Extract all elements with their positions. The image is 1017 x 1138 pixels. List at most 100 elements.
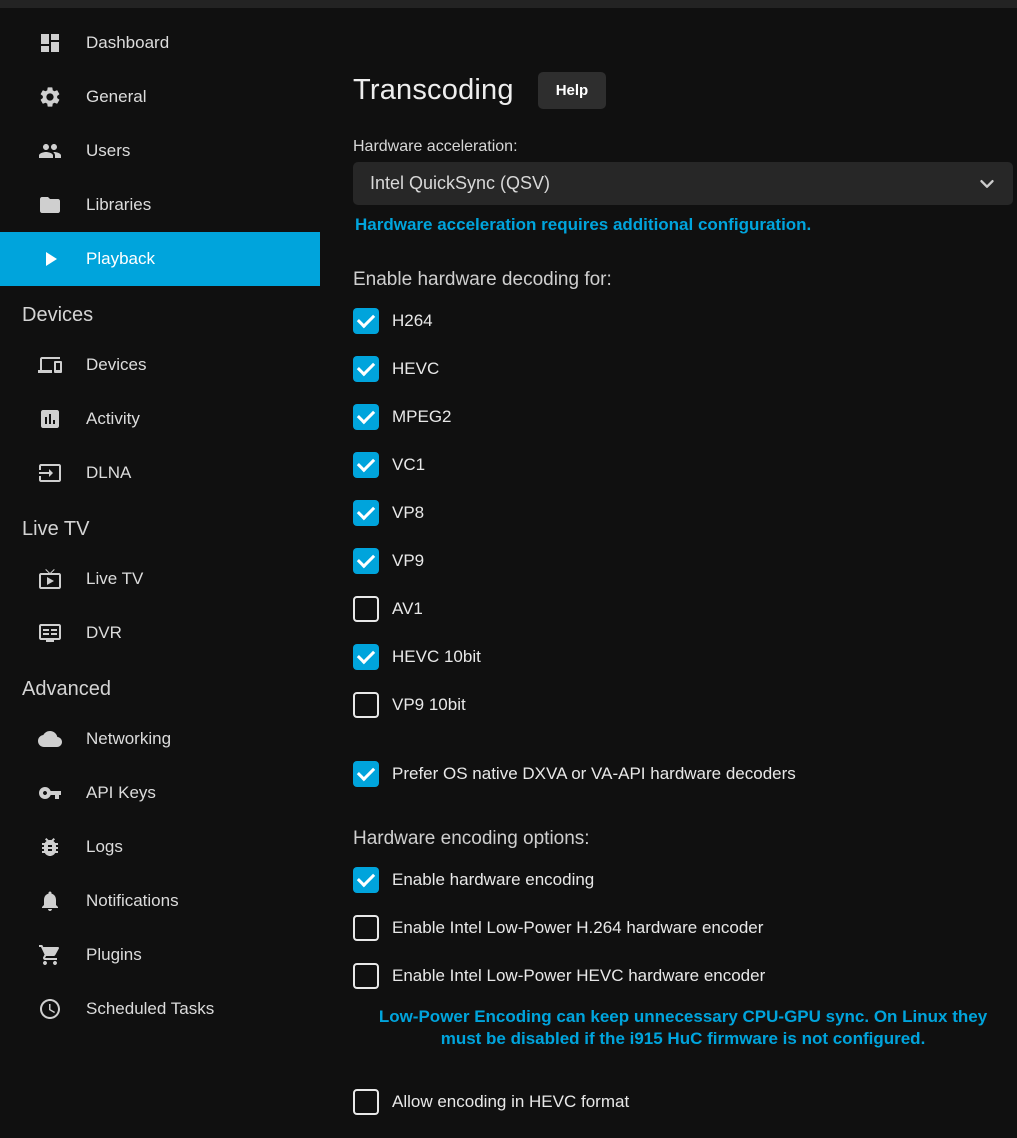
sidebar-item-notifications[interactable]: Notifications: [0, 874, 320, 928]
checkbox-label: Allow encoding in HEVC format: [392, 1092, 629, 1112]
sidebar-item-label: Plugins: [86, 945, 142, 965]
encoding-checkbox-list: Enable hardware encoding Enable Intel Low…: [353, 856, 1013, 1000]
sidebar-item-general[interactable]: General: [0, 70, 320, 124]
checkbox-label: Enable Intel Low-Power HEVC hardware enc…: [392, 966, 765, 986]
live-tv-icon: [38, 567, 62, 591]
checkbox-label: HEVC 10bit: [392, 647, 481, 667]
sidebar-item-logs[interactable]: Logs: [0, 820, 320, 874]
checkbox-label: H264: [392, 311, 433, 331]
hardware-acceleration-select[interactable]: Intel QuickSync (QSV): [353, 162, 1013, 205]
checkbox-row-vp9[interactable]: VP9: [353, 537, 1013, 585]
play-icon: [38, 247, 62, 271]
settings-sidebar: Dashboard General Users Libraries Playback De…: [0, 8, 320, 1138]
sidebar-item-label: Scheduled Tasks: [86, 999, 214, 1019]
sidebar-section-live-tv: Live TV: [0, 506, 320, 552]
sidebar-item-dashboard[interactable]: Dashboard: [0, 16, 320, 70]
sidebar-item-label: Notifications: [86, 891, 179, 911]
checkbox-label: Prefer OS native DXVA or VA-API hardware…: [392, 764, 796, 784]
help-button[interactable]: Help: [538, 72, 607, 109]
sidebar-item-dlna[interactable]: DLNA: [0, 446, 320, 500]
checkbox-label: Enable hardware encoding: [392, 870, 594, 890]
low-power-warning: Low-Power Encoding can keep unnecessary …: [363, 1006, 1003, 1050]
bug-icon: [38, 835, 62, 859]
sidebar-item-label: Devices: [86, 355, 146, 375]
checkbox-checked-icon[interactable]: [353, 404, 379, 430]
checkbox-row-allow-encoding-in-hevc-format[interactable]: Allow encoding in HEVC format: [353, 1078, 1013, 1126]
folder-icon: [38, 193, 62, 217]
decoding-heading: Enable hardware decoding for:: [353, 269, 1013, 291]
checkbox-checked-icon[interactable]: [353, 867, 379, 893]
checkbox-row-enable-intel-low-power-h-264-hardware-encoder[interactable]: Enable Intel Low-Power H.264 hardware en…: [353, 904, 1013, 952]
sidebar-item-live-tv[interactable]: Live TV: [0, 552, 320, 606]
checkbox-unchecked-icon[interactable]: [353, 596, 379, 622]
checkbox-row-vp9-10bit[interactable]: VP9 10bit: [353, 681, 1013, 729]
key-icon: [38, 781, 62, 805]
checkbox-checked-icon[interactable]: [353, 356, 379, 382]
sidebar-item-users[interactable]: Users: [0, 124, 320, 178]
sidebar-item-label: Networking: [86, 729, 171, 749]
checkbox-row-hevc[interactable]: HEVC: [353, 345, 1013, 393]
checkbox-label: Enable Intel Low-Power H.264 hardware en…: [392, 918, 763, 938]
checkbox-row-vc1[interactable]: VC1: [353, 441, 1013, 489]
transcoding-page: Transcoding Help Hardware acceleration: …: [320, 8, 1017, 1138]
decoding-checkbox-list: H264 HEVC MPEG2 VC1VP8 VP9 AV1 HEVC 10bit VP9 1…: [353, 297, 1013, 729]
dvr-icon: [38, 621, 62, 645]
sidebar-item-label: Playback: [86, 249, 155, 269]
sidebar-section-advanced: Advanced: [0, 666, 320, 712]
cloud-icon: [38, 727, 62, 751]
sidebar-item-label: Dashboard: [86, 33, 169, 53]
gear-icon: [38, 85, 62, 109]
sidebar-item-label: Live TV: [86, 569, 143, 589]
hevc-encode-slot: Allow encoding in HEVC format: [353, 1078, 1013, 1126]
checkbox-row-mpeg2[interactable]: MPEG2: [353, 393, 1013, 441]
activity-icon: [38, 407, 62, 431]
bell-icon: [38, 889, 62, 913]
checkbox-label: MPEG2: [392, 407, 452, 427]
users-icon: [38, 139, 62, 163]
checkbox-row-enable-intel-low-power-hevc-hardware-encoder[interactable]: Enable Intel Low-Power HEVC hardware enc…: [353, 952, 1013, 1000]
checkbox-unchecked-icon[interactable]: [353, 692, 379, 718]
checkbox-row-av1[interactable]: AV1: [353, 585, 1013, 633]
top-header-strip: [0, 0, 1017, 8]
checkbox-row-h264[interactable]: H264: [353, 297, 1013, 345]
sidebar-item-devices[interactable]: Devices: [0, 338, 320, 392]
checkbox-row-vp8[interactable]: VP8: [353, 489, 1013, 537]
checkbox-row-prefer-os-native-dxva-or-va-api-hardware-decoders[interactable]: Prefer OS native DXVA or VA-API hardware…: [353, 750, 1013, 798]
sidebar-item-scheduled-tasks[interactable]: Scheduled Tasks: [0, 982, 320, 1036]
page-title-row: Transcoding Help: [353, 72, 1013, 109]
checkbox-unchecked-icon[interactable]: [353, 1089, 379, 1115]
sidebar-item-networking[interactable]: Networking: [0, 712, 320, 766]
checkbox-checked-icon[interactable]: [353, 452, 379, 478]
sidebar-item-label: Users: [86, 141, 130, 161]
checkbox-checked-icon[interactable]: [353, 761, 379, 787]
dashboard-icon: [38, 31, 62, 55]
sidebar-item-libraries[interactable]: Libraries: [0, 178, 320, 232]
checkbox-checked-icon[interactable]: [353, 644, 379, 670]
prefer-native-slot: Prefer OS native DXVA or VA-API hardware…: [353, 750, 1013, 798]
checkbox-row-enable-hardware-encoding[interactable]: Enable hardware encoding: [353, 856, 1013, 904]
checkbox-label: HEVC: [392, 359, 439, 379]
sidebar-item-api-keys[interactable]: API Keys: [0, 766, 320, 820]
sidebar-section-devices: Devices: [0, 292, 320, 338]
sidebar-item-activity[interactable]: Activity: [0, 392, 320, 446]
checkbox-unchecked-icon[interactable]: [353, 915, 379, 941]
cart-icon: [38, 943, 62, 967]
sidebar-item-playback[interactable]: Playback: [0, 232, 320, 286]
hardware-acceleration-label: Hardware acceleration:: [353, 138, 1013, 156]
checkbox-label: AV1: [392, 599, 423, 619]
sidebar-item-label: DLNA: [86, 463, 131, 483]
chevron-down-icon: [975, 172, 999, 196]
sidebar-item-label: DVR: [86, 623, 122, 643]
sidebar-item-label: Libraries: [86, 195, 151, 215]
sidebar-item-dvr[interactable]: DVR: [0, 606, 320, 660]
sidebar-item-plugins[interactable]: Plugins: [0, 928, 320, 982]
checkbox-checked-icon[interactable]: [353, 308, 379, 334]
checkbox-label: VP9: [392, 551, 424, 571]
hardware-acceleration-warning: Hardware acceleration requires additiona…: [353, 215, 1013, 235]
checkbox-checked-icon[interactable]: [353, 548, 379, 574]
checkbox-checked-icon[interactable]: [353, 500, 379, 526]
checkbox-unchecked-icon[interactable]: [353, 963, 379, 989]
hardware-acceleration-value: Intel QuickSync (QSV): [370, 173, 975, 194]
checkbox-row-hevc-10bit[interactable]: HEVC 10bit: [353, 633, 1013, 681]
devices-icon: [38, 353, 62, 377]
